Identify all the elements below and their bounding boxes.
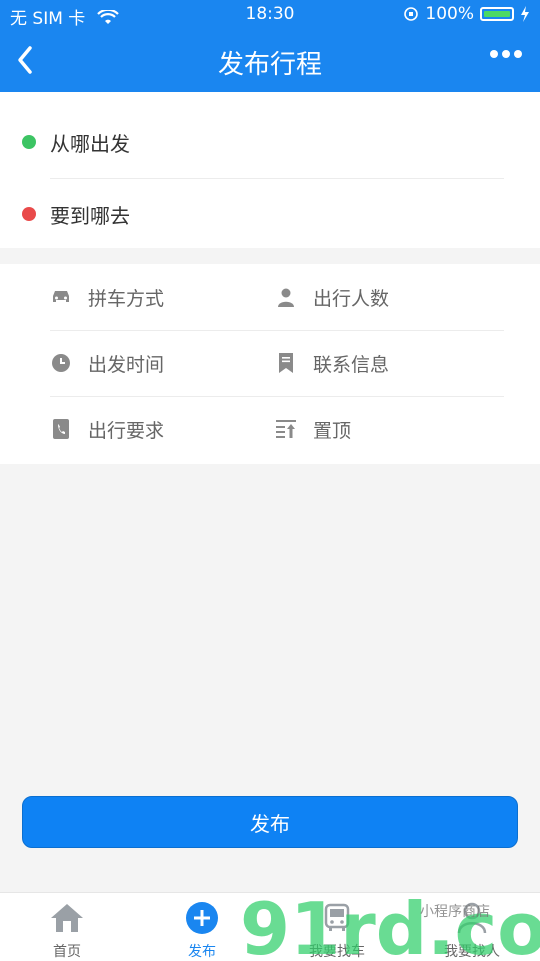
plus-circle-icon (152, 899, 252, 937)
phone-book-icon (50, 418, 72, 440)
status-bar: 无 SIM 卡 18:30 100% (0, 0, 540, 30)
option-passenger-count[interactable]: 出行人数 (275, 264, 505, 330)
home-icon (17, 899, 117, 937)
route-section: 从哪出发 要到哪去 (0, 92, 540, 248)
battery-percent: 100% (425, 4, 474, 24)
trip-options: 拼车方式 出行人数 出发时间 联系信息 出行要求 置顶 (0, 264, 540, 464)
more-menu-icon[interactable] (490, 50, 522, 58)
bus-icon (287, 899, 387, 937)
from-location-field[interactable]: 从哪出发 (0, 106, 540, 178)
to-location-field[interactable]: 要到哪去 (0, 178, 540, 250)
car-icon (50, 286, 72, 308)
clock-icon (50, 352, 72, 374)
option-pin-top[interactable]: 置顶 (275, 396, 505, 462)
user-icon (422, 899, 522, 937)
option-contact-info[interactable]: 联系信息 (275, 330, 505, 396)
from-location-placeholder: 从哪出发 (50, 132, 130, 156)
end-dot-icon (22, 207, 36, 221)
option-travel-requirements[interactable]: 出行要求 (50, 396, 280, 462)
tab-find-people[interactable]: 我要找人 (422, 899, 522, 961)
orientation-lock-icon (404, 7, 419, 21)
page-title: 发布行程 (217, 50, 322, 80)
option-departure-time[interactable]: 出发时间 (50, 330, 280, 396)
charging-icon (521, 6, 529, 22)
navigation-bar: 发布行程 (0, 30, 540, 92)
battery-icon (480, 7, 514, 21)
tab-bar: 首页 发布 我要找车 我要找人 (0, 892, 540, 961)
bookmark-icon (275, 352, 297, 374)
tab-find-car[interactable]: 我要找车 (287, 899, 387, 961)
publish-button[interactable]: 发布 (22, 796, 518, 848)
tab-home[interactable]: 首页 (17, 899, 117, 961)
tab-publish[interactable]: 发布 (152, 899, 252, 961)
person-icon (275, 286, 297, 308)
to-location-placeholder: 要到哪去 (50, 204, 130, 228)
start-dot-icon (22, 135, 36, 149)
option-carpool-mode[interactable]: 拼车方式 (50, 264, 280, 330)
pin-top-icon (275, 418, 297, 440)
